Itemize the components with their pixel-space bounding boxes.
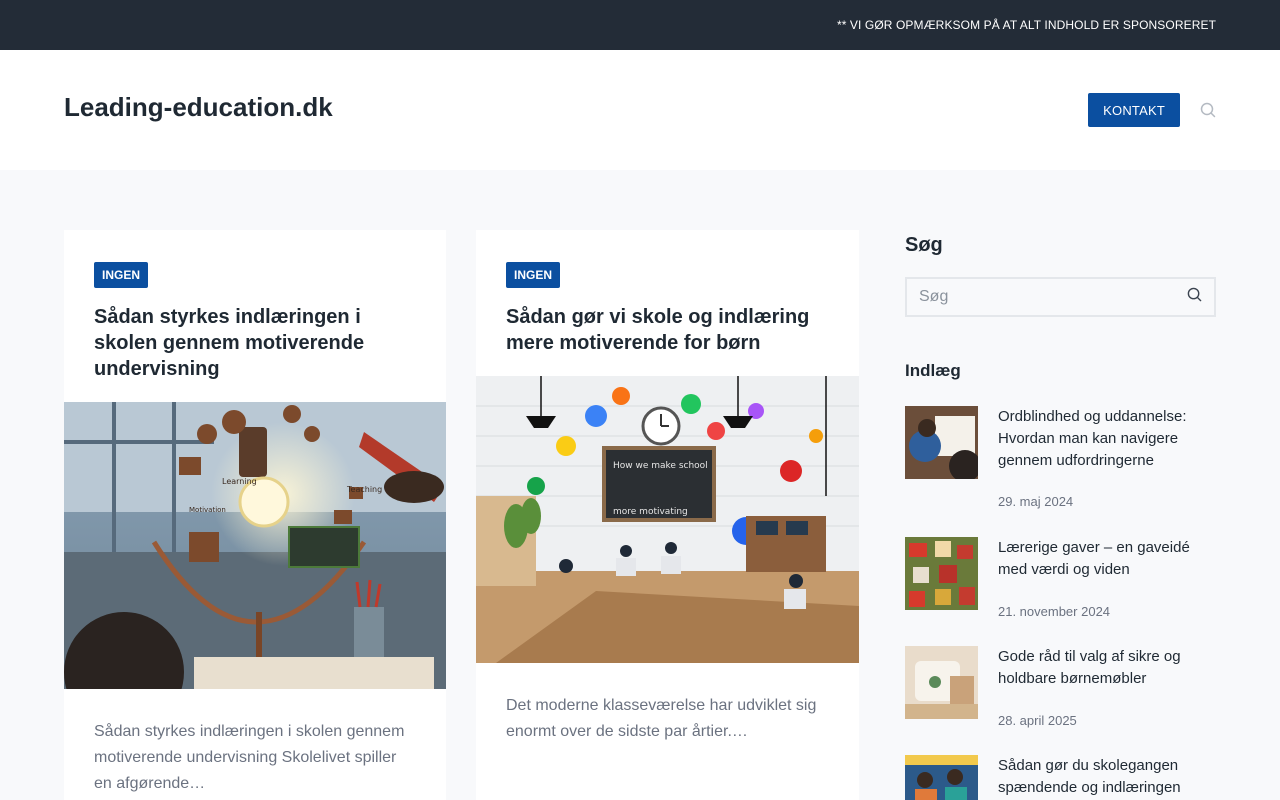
- post-date: 29. maj 2024: [998, 494, 1074, 509]
- category-badge[interactable]: INGEN: [94, 262, 149, 288]
- image-label-motivation: Motivation: [189, 506, 226, 514]
- search-toggle-button[interactable]: [1200, 102, 1216, 118]
- post-thumbnail[interactable]: [905, 406, 978, 479]
- posts-heading: Indlæg: [905, 361, 961, 380]
- post-title[interactable]: Lærerige gaver – en gaveidé med værdi og…: [998, 537, 1216, 581]
- image-label-learning: Learning: [222, 477, 257, 486]
- article-excerpt: Sådan styrkes indlæringen i skolen genne…: [94, 723, 405, 792]
- image-board-line1: How we make school: [613, 461, 708, 471]
- site-header: Leading-education.dk KONTAKT: [0, 50, 1280, 170]
- search-form: [905, 277, 1216, 317]
- sponsored-notice: ** VI GØR OPMÆRKSOM PÅ AT ALT INDHOLD ER…: [836, 18, 1216, 32]
- post-title[interactable]: Sådan gør du skolegangen spændende og in…: [998, 755, 1216, 799]
- post-title[interactable]: Ordblindhed og uddannelse: Hvordan man k…: [998, 406, 1216, 472]
- search-submit-button[interactable]: [1187, 287, 1202, 307]
- post-date: 28. april 2025: [998, 713, 1077, 728]
- image-label-teaching: Teaching: [346, 485, 382, 494]
- post-thumbnail[interactable]: [905, 646, 978, 719]
- sidebar: Søg Indlæg Ordblindhed og uddannelse: Hv…: [905, 230, 1216, 800]
- post-thumbnail[interactable]: [905, 537, 978, 610]
- contact-button[interactable]: KONTAKT: [1088, 93, 1180, 127]
- article-card: INGEN Sådan styrkes indlæringen i skolen…: [64, 230, 446, 800]
- article-card: INGEN Sådan gør vi skole og indlæring me…: [476, 230, 859, 800]
- top-notice-bar: ** VI GØR OPMÆRKSOM PÅ AT ALT INDHOLD ER…: [0, 0, 1280, 50]
- article-image[interactable]: How we make school more motivating: [476, 376, 859, 663]
- search-icon: [1187, 287, 1202, 302]
- category-badge[interactable]: INGEN: [506, 262, 561, 288]
- article-title[interactable]: Sådan gør vi skole og indlæring mere mot…: [506, 304, 829, 356]
- article-excerpt: Det moderne klasseværelse har udviklet s…: [506, 697, 817, 740]
- image-board-line2: more motivating: [613, 507, 688, 517]
- article-image[interactable]: Learning Teaching Motivation: [64, 402, 446, 689]
- search-heading: Søg: [905, 234, 943, 256]
- post-thumbnail[interactable]: [905, 755, 978, 800]
- search-input[interactable]: [919, 288, 1159, 306]
- main-content: INGEN Sådan styrkes indlæringen i skolen…: [0, 170, 1280, 800]
- header-actions: KONTAKT: [1088, 93, 1216, 127]
- search-icon: [1200, 102, 1216, 118]
- post-date: 21. november 2024: [998, 604, 1111, 619]
- post-title[interactable]: Gode råd til valg af sikre og holdbare b…: [998, 646, 1216, 690]
- site-logo[interactable]: Leading-education.dk: [64, 92, 333, 123]
- article-title[interactable]: Sådan styrkes indlæringen i skolen genne…: [94, 304, 416, 382]
